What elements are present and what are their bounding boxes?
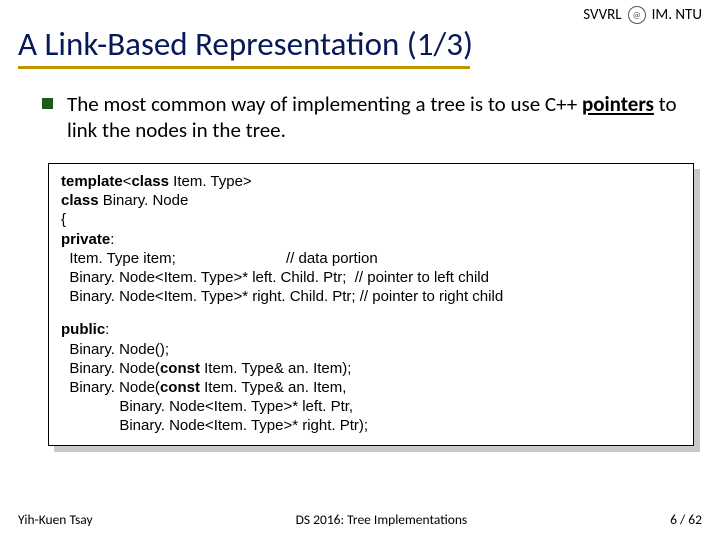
title-underline [18, 66, 470, 69]
footer: Yih-Kuen Tsay DS 2016: Tree Implementati… [18, 511, 702, 528]
footer-course: DS 2016: Tree Implementations [296, 511, 468, 528]
txt: Item. Type item; [61, 249, 286, 268]
kw-class: class [61, 192, 99, 209]
lab-text: SVVRL [583, 6, 621, 24]
affiliation: SVVRL @ IM. NTU [583, 6, 702, 24]
code-line: Binary. Node(); [61, 340, 681, 359]
code-line: Binary. Node(const Item. Type& an. Item)… [61, 359, 681, 378]
code-box: template<class Item. Type> class Binary.… [48, 163, 694, 446]
bullet-item: The most common way of implementing a tr… [42, 91, 702, 144]
kw-const: const [160, 379, 200, 396]
txt: Binary. Node [99, 192, 189, 209]
bullet-bold: pointers [582, 91, 654, 117]
comment: // data portion [286, 249, 378, 268]
sym: : [105, 321, 109, 338]
kw-private: private [61, 231, 110, 248]
txt: Binary. Node( [61, 379, 160, 396]
kw-public: public [61, 321, 105, 338]
kw-template: template [61, 173, 123, 190]
footer-author: Yih-Kuen Tsay [18, 511, 93, 528]
txt: Item. Type> [169, 173, 252, 190]
at-logo-icon: @ [628, 6, 646, 24]
code-line: Binary. Node<Item. Type>* left. Ptr, [61, 397, 681, 416]
square-bullet-icon [42, 98, 53, 109]
bullet-pre: The most common way of implementing a tr… [67, 91, 582, 117]
code-line: class Binary. Node [61, 191, 681, 210]
bullet-text: The most common way of implementing a tr… [67, 91, 702, 144]
kw-class: class [131, 173, 169, 190]
slide-body: The most common way of implementing a tr… [18, 91, 702, 447]
kw-const: const [160, 360, 200, 377]
code-line: Binary. Node<Item. Type>* left. Child. P… [61, 268, 681, 287]
txt: Binary. Node( [61, 360, 160, 377]
code-line: private: [61, 230, 681, 249]
code-line: { [61, 210, 681, 229]
txt: Item. Type& an. Item); [200, 360, 351, 377]
txt: Item. Type& an. Item, [200, 379, 346, 396]
code-content: template<class Item. Type> class Binary.… [48, 163, 694, 446]
slide: SVVRL @ IM. NTU A Link-Based Representat… [0, 0, 720, 540]
code-line: Item. Type item;// data portion [61, 249, 681, 268]
code-gap [61, 306, 681, 320]
code-line: Binary. Node(const Item. Type& an. Item, [61, 378, 681, 397]
slide-title: A Link-Based Representation (1/3) [18, 24, 702, 64]
footer-page: 6 / 62 [670, 511, 702, 528]
code-line: template<class Item. Type> [61, 172, 681, 191]
org-text: IM. NTU [652, 6, 702, 24]
code-line: Binary. Node<Item. Type>* right. Child. … [61, 287, 681, 306]
sym: : [110, 231, 114, 248]
code-line: Binary. Node<Item. Type>* right. Ptr); [61, 416, 681, 435]
code-line: public: [61, 320, 681, 339]
